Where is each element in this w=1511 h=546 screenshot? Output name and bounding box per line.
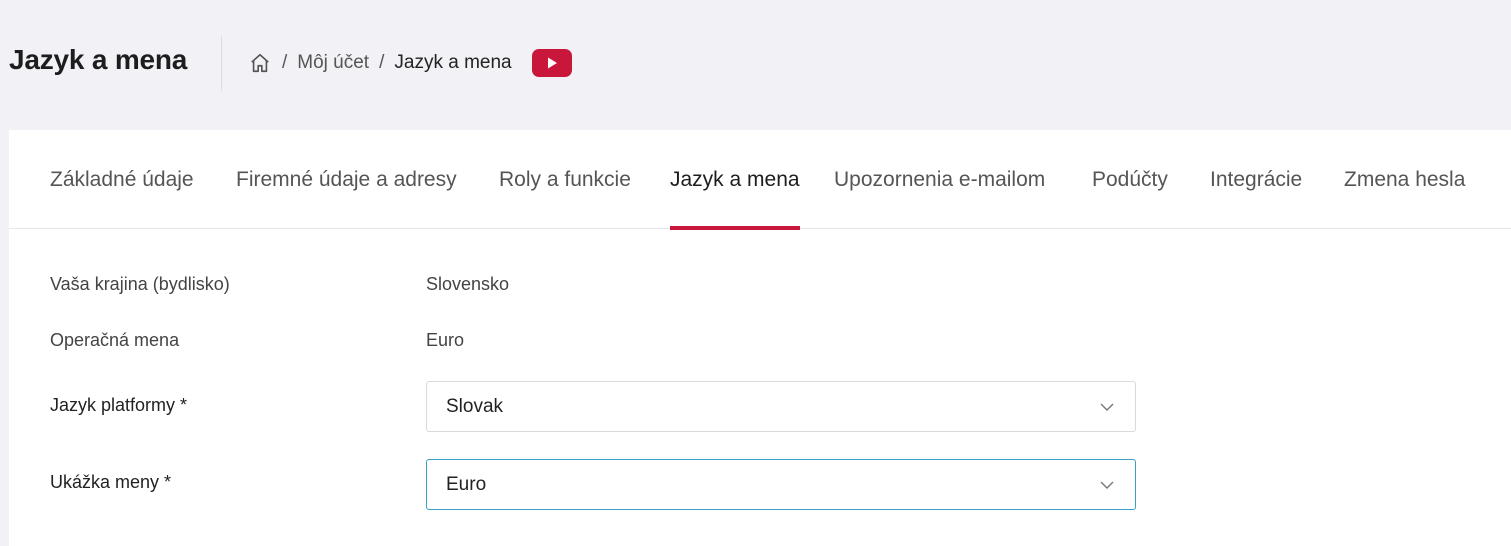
breadcrumb-current: Jazyk a mena	[394, 52, 512, 73]
tab-roles[interactable]: Roly a funkcie	[499, 130, 631, 229]
tab-company-info[interactable]: Firemné údaje a adresy	[236, 130, 457, 229]
tab-language-currency[interactable]: Jazyk a mena	[670, 130, 800, 230]
currency-label: Operačná mena	[50, 330, 180, 350]
breadcrumb-separator: /	[379, 52, 385, 73]
platform-language-label: Jazyk platformy *	[50, 395, 188, 415]
page-header: Jazyk a mena / Môj účet / Jazyk a mena	[0, 0, 1511, 130]
tab-subaccounts[interactable]: Podúčty	[1092, 130, 1168, 229]
youtube-play-icon[interactable]	[531, 49, 572, 77]
tab-change-password[interactable]: Zmena hesla	[1344, 130, 1465, 229]
tab-email-notifications[interactable]: Upozornenia e-mailom	[834, 130, 1045, 229]
currency-preview-value: Euro	[446, 473, 487, 495]
country-value: Slovensko	[426, 274, 510, 294]
chevron-down-icon	[1100, 481, 1114, 489]
tab-bar: Základné údaje Firemné údaje a adresy Ro…	[9, 130, 1511, 230]
currency-value: Euro	[426, 330, 465, 350]
tab-integrations[interactable]: Integrácie	[1210, 130, 1302, 229]
chevron-down-icon	[1100, 403, 1114, 411]
country-label: Vaša krajina (bydlisko)	[50, 274, 230, 294]
platform-language-select[interactable]: Slovak	[426, 381, 1136, 432]
currency-preview-label: Ukážka meny *	[50, 472, 172, 492]
breadcrumb-my-account[interactable]: Môj účet	[297, 52, 369, 74]
settings-card: Základné údaje Firemné údaje a adresy Ro…	[9, 130, 1511, 546]
tab-basic-info[interactable]: Základné údaje	[50, 130, 194, 229]
home-icon[interactable]	[248, 51, 272, 75]
breadcrumb: / Môj účet / Jazyk a mena	[248, 49, 572, 77]
breadcrumb-separator: /	[282, 52, 288, 73]
currency-preview-select[interactable]: Euro	[426, 459, 1136, 510]
platform-language-value: Slovak	[446, 395, 504, 417]
page-title: Jazyk a mena	[9, 44, 188, 75]
header-divider	[221, 36, 222, 91]
